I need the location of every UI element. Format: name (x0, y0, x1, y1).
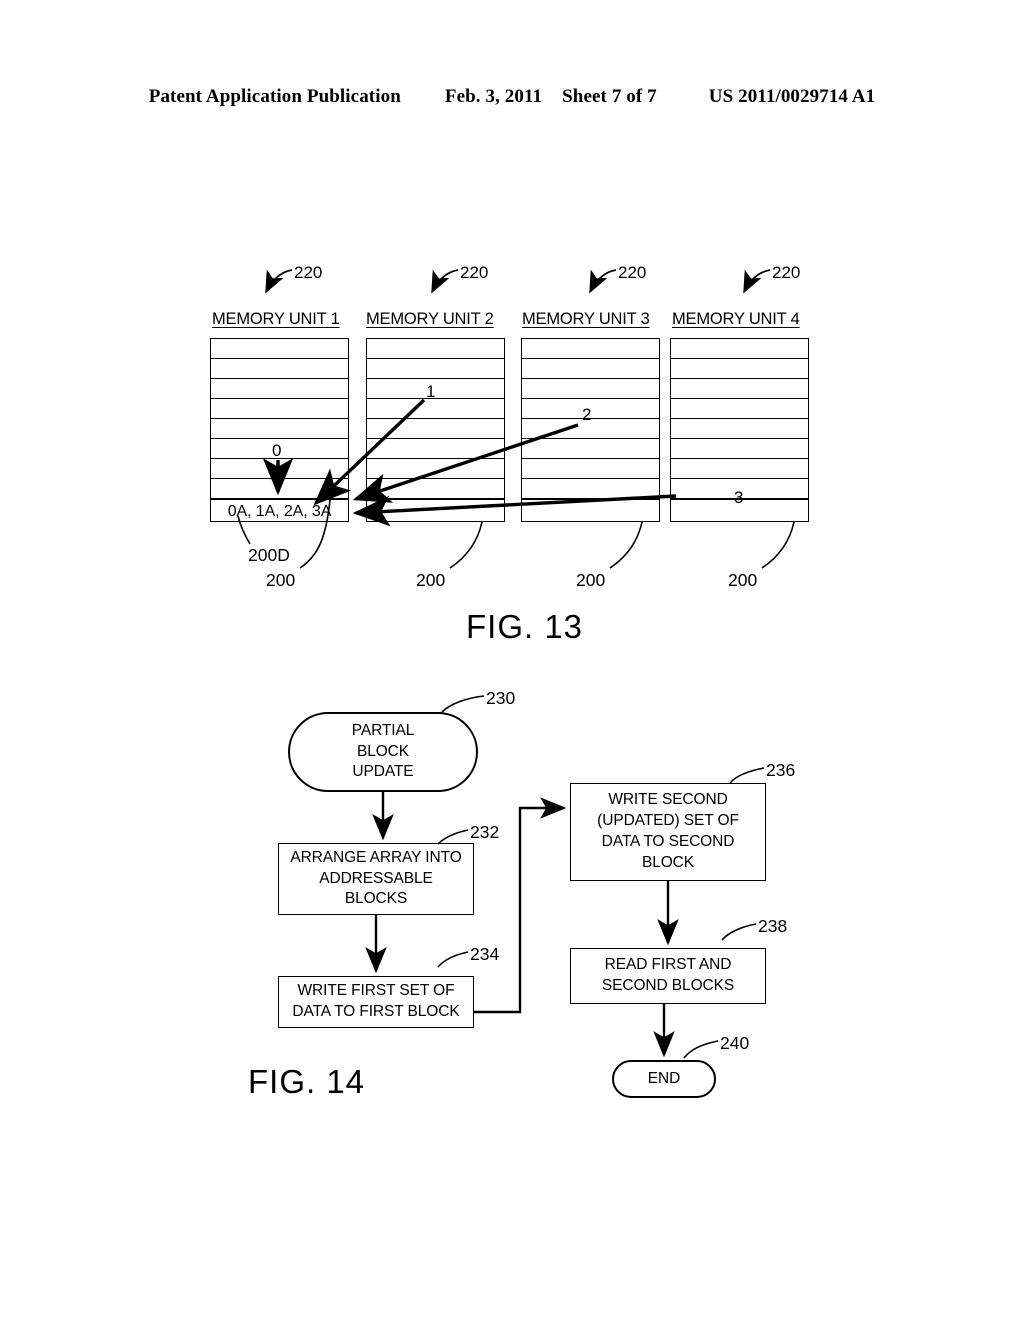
header-sheet-text: Sheet 7 of 7 (562, 86, 657, 107)
memory-block-row (522, 439, 659, 459)
memory-block-row (367, 419, 504, 439)
memory-unit-2-data-block (367, 499, 504, 523)
memory-block-row (671, 439, 808, 459)
reference-label-200-unit-3: 200 (576, 570, 606, 590)
memory-block-row (671, 379, 808, 399)
memory-block-row (211, 419, 348, 439)
data-stream-label-2: 2 (582, 405, 592, 424)
memory-block-row (367, 399, 504, 419)
flow-node-partial-block-update-label: PARTIAL BLOCK UPDATE (351, 721, 415, 781)
memory-unit-1-column: 0A, 1A, 2A, 3A (210, 338, 349, 522)
memory-block-row (211, 399, 348, 419)
page-header: Patent Application Publication Feb. 3, 2… (0, 86, 1024, 108)
reference-label-200D: 200D (248, 545, 290, 565)
memory-unit-1-title: MEMORY UNIT 1 (212, 310, 340, 328)
memory-block-row (522, 339, 659, 359)
reference-label-200-unit-4: 200 (728, 570, 758, 590)
reference-label-200-unit-1: 200 (266, 570, 296, 590)
memory-block-row (522, 379, 659, 399)
flow-node-end: END (612, 1060, 716, 1098)
memory-block-row (367, 439, 504, 459)
memory-block-row (367, 479, 504, 499)
flow-node-arrange-array: ARRANGE ARRAY INTO ADDRESSABLE BLOCKS (278, 843, 474, 915)
memory-unit-2-title: MEMORY UNIT 2 (366, 310, 494, 328)
reference-label-220-unit-3: 220 (618, 263, 647, 282)
flow-ref-236: 236 (766, 760, 796, 780)
flow-node-write-second-set-label: WRITE SECOND (UPDATED) SET OF DATA TO SE… (597, 791, 739, 871)
memory-block-row (671, 359, 808, 379)
memory-block-row (211, 339, 348, 359)
flow-node-write-first-set-label: WRITE FIRST SET OF DATA TO FIRST BLOCK (292, 982, 460, 1020)
memory-unit-3-title: MEMORY UNIT 3 (522, 310, 650, 328)
flow-node-arrange-array-label: ARRANGE ARRAY INTO ADDRESSABLE BLOCKS (290, 848, 462, 908)
memory-block-row (211, 459, 348, 479)
memory-block-row (211, 359, 348, 379)
flow-ref-230: 230 (486, 688, 516, 708)
memory-unit-1-data-text: 0A, 1A, 2A, 3A (227, 502, 332, 520)
memory-block-row (522, 459, 659, 479)
memory-unit-3-data-block (522, 499, 659, 523)
flow-ref-232: 232 (470, 822, 500, 842)
memory-block-row (211, 479, 348, 499)
header-patent-number: US 2011/0029714 A1 (708, 86, 876, 107)
memory-unit-3-column (521, 338, 660, 522)
header-date-text: Feb. 3, 2011 (444, 86, 543, 107)
memory-block-row (367, 379, 504, 399)
reference-label-220-unit-4: 220 (772, 263, 801, 282)
memory-block-row (671, 459, 808, 479)
reference-label-220-unit-2: 220 (460, 263, 489, 282)
flow-node-read-blocks-label: READ FIRST AND SECOND BLOCKS (601, 956, 735, 994)
flow-node-read-blocks: READ FIRST AND SECOND BLOCKS (570, 948, 766, 1004)
reference-leader-220-group (265, 269, 771, 294)
header-publication-text: Patent Application Publication (148, 86, 401, 107)
flow-ref-240: 240 (720, 1033, 750, 1053)
data-stream-label-0: 0 (272, 441, 282, 460)
memory-block-row (367, 359, 504, 379)
memory-unit-4-title: MEMORY UNIT 4 (672, 310, 800, 328)
figure-14-caption: FIG. 14 (248, 1063, 366, 1100)
memory-block-row (367, 339, 504, 359)
flow-node-partial-block-update: PARTIAL BLOCK UPDATE (288, 712, 478, 792)
memory-block-row (671, 399, 808, 419)
data-stream-label-3: 3 (734, 488, 744, 507)
memory-block-row (367, 459, 504, 479)
flow-node-write-second-set: WRITE SECOND (UPDATED) SET OF DATA TO SE… (570, 783, 766, 881)
flow-node-end-label: END (647, 1069, 681, 1087)
flow-ref-238: 238 (758, 916, 788, 936)
flow-node-write-first-set: WRITE FIRST SET OF DATA TO FIRST BLOCK (278, 976, 474, 1028)
figure-13-caption: FIG. 13 (466, 608, 584, 645)
memory-unit-1-data-block: 0A, 1A, 2A, 3A (211, 499, 348, 523)
memory-block-row (211, 379, 348, 399)
reference-label-220-unit-1: 220 (294, 263, 323, 282)
memory-block-row (522, 479, 659, 499)
memory-block-row (522, 359, 659, 379)
memory-unit-2-column (366, 338, 505, 522)
reference-label-200-unit-2: 200 (416, 570, 446, 590)
flow-ref-234: 234 (470, 944, 500, 964)
data-stream-label-1: 1 (426, 382, 436, 401)
memory-block-row (671, 419, 808, 439)
memory-block-row (671, 339, 808, 359)
figure-line-art (237, 269, 795, 1059)
